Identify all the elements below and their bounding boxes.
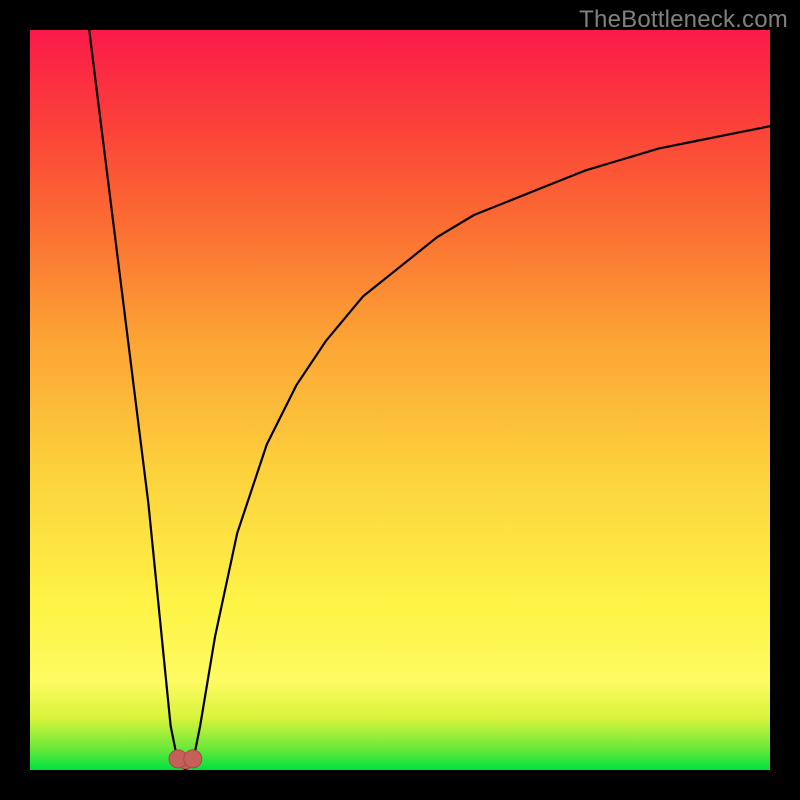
bottleneck-curve: [89, 30, 770, 770]
minimum-markers: [169, 750, 202, 769]
chart-frame: TheBottleneck.com: [0, 0, 800, 800]
marker-min-right: [184, 750, 202, 768]
plot-area: [30, 30, 770, 770]
curve-layer: [30, 30, 770, 770]
